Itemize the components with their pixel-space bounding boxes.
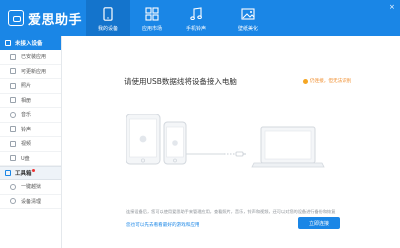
title-bar: 爱思助手 我的设备 应用市场 手机铃声 壁纸美化 ×: [0, 0, 400, 36]
sidebar-item-ringtones[interactable]: 铃声: [0, 123, 61, 137]
logo-icon: [8, 10, 24, 26]
sidebar-item-updatable-apps[interactable]: 可更新应用: [0, 65, 61, 79]
photo-icon: [10, 82, 16, 89]
tab-my-device[interactable]: 我的设备: [86, 0, 130, 36]
sidebar-item-label: 视频: [21, 141, 32, 148]
tab-wallpapers-label: 壁纸美化: [237, 26, 258, 32]
sidebar-item-label: U盘: [21, 155, 30, 162]
sidebar: 未接入设备 已安装应用 可更新应用 照片 相册 音乐 铃声 视频 U盘 工具箱 …: [0, 36, 62, 248]
clean-icon: [10, 198, 16, 205]
tab-app-market[interactable]: 应用市场: [130, 0, 174, 36]
unrecognized-hint[interactable]: 仍连接，但无法识别: [303, 78, 351, 84]
laptop-image: [251, 126, 325, 168]
sidebar-item-music[interactable]: 音乐: [0, 108, 61, 123]
bell-icon: [10, 126, 16, 133]
device-icon: [5, 40, 11, 46]
toolbox-icon: [5, 170, 11, 176]
apps-grid-icon: [145, 7, 159, 21]
unrecognized-hint-label: 仍连接，但无法识别: [310, 79, 352, 84]
phone-icon: [103, 7, 113, 21]
notification-dot: [32, 169, 35, 172]
tab-wallpapers[interactable]: 壁纸美化: [226, 0, 270, 36]
sidebar-item-label: 设备清理: [21, 198, 42, 205]
sidebar-item-label: 可更新应用: [21, 68, 47, 75]
sidebar-item-label: 音乐: [21, 112, 32, 119]
device-connection-illustration: [126, 114, 325, 168]
music-note-icon: [190, 7, 202, 21]
sidebar-item-installed-apps[interactable]: 已安装应用: [0, 50, 61, 65]
sidebar-item-device-cleanup[interactable]: 设备清理: [0, 195, 61, 209]
connect-description: 连接设备后，您可以使用爱思助手来管理应用，查看照片，音乐，铃声和视频，还可以对您…: [126, 209, 336, 214]
sidebar-item-videos[interactable]: 视频: [0, 137, 61, 152]
sidebar-item-label: 铃声: [21, 126, 32, 133]
unlock-icon: [10, 183, 16, 190]
device-header[interactable]: 未接入设备: [0, 36, 61, 50]
app-logo: 爱思助手: [8, 9, 83, 28]
sidebar-item-label: 照片: [21, 83, 32, 90]
toolbox-header[interactable]: 工具箱: [0, 166, 61, 180]
sidebar-item-photos[interactable]: 照片: [0, 79, 61, 94]
tab-app-market-label: 应用市场: [141, 26, 162, 32]
main-panel: 请使用USB数据线将设备接入电脑 仍连接，但无法识别 连接设备后，您可以使用爱思…: [62, 36, 400, 248]
sidebar-item-label: 一键越狱: [21, 184, 42, 191]
sidebar-item-album[interactable]: 相册: [0, 94, 61, 108]
usb-drive-icon: [10, 155, 16, 162]
picture-icon: [241, 8, 255, 20]
tab-ringtones-label: 手机铃声: [185, 26, 206, 32]
app-icon: [10, 53, 16, 60]
sidebar-item-jailbreak[interactable]: 一键越狱: [0, 180, 61, 195]
close-button[interactable]: ×: [389, 3, 395, 11]
usb-cable-image: [185, 151, 246, 157]
update-icon: [10, 68, 16, 75]
sidebar-item-usb-drive[interactable]: U盘: [0, 152, 61, 166]
video-icon: [10, 140, 16, 147]
sidebar-item-label: 相册: [21, 97, 32, 104]
sidebar-item-label: 已安装应用: [21, 54, 47, 61]
browse-games-apps-link[interactable]: 您也可以先去看看最好的游戏和应用: [126, 222, 200, 228]
device-header-label: 未接入设备: [15, 41, 43, 47]
toolbox-header-label: 工具箱: [15, 171, 32, 177]
app-title: 爱思助手: [28, 12, 83, 28]
warning-icon: [303, 78, 308, 84]
connect-now-button[interactable]: 立即连接: [298, 217, 340, 229]
tab-my-device-label: 我的设备: [97, 26, 118, 32]
connect-instruction: 请使用USB数据线将设备接入电脑: [124, 77, 237, 86]
album-icon: [10, 97, 16, 104]
music-icon: [10, 111, 16, 118]
tab-ringtones[interactable]: 手机铃声: [174, 0, 218, 36]
